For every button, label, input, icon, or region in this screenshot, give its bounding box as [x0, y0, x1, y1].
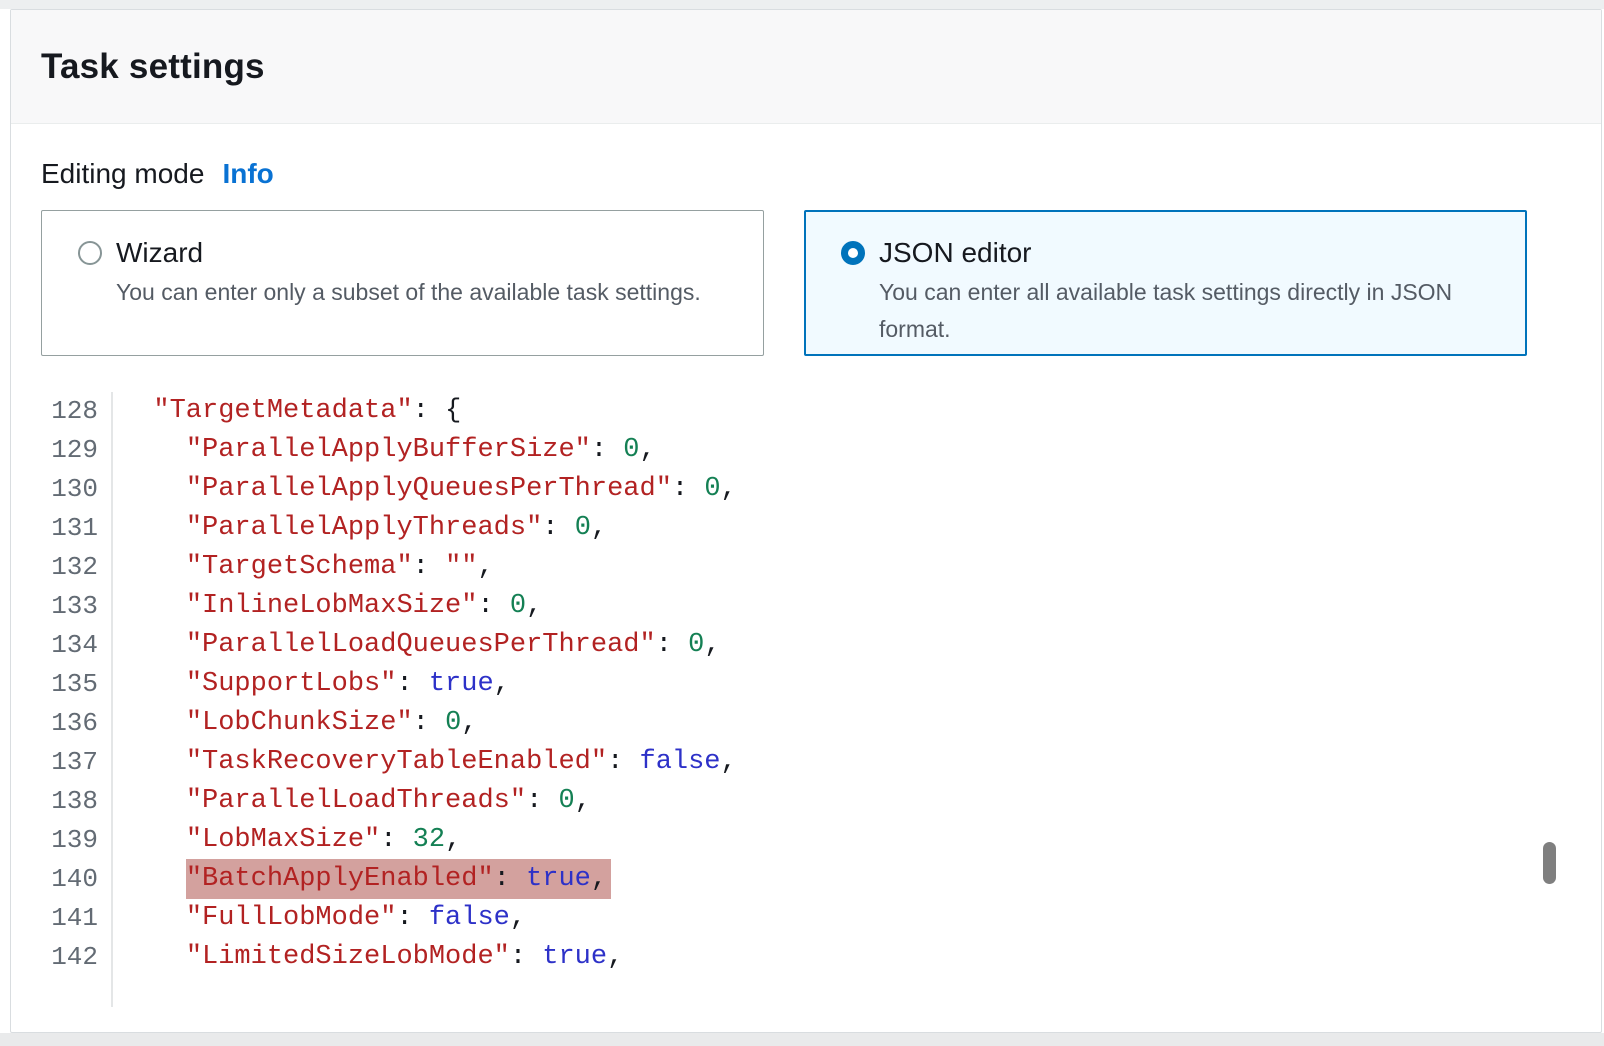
line-number: 131	[41, 509, 111, 548]
code-text[interactable]: "SupportLobs": true,	[111, 665, 510, 704]
code-text[interactable]: "LobMaxSize": 32,	[111, 821, 461, 860]
code-text[interactable]: "ParallelLoadQueuesPerThread": 0,	[111, 626, 721, 665]
tile-wizard-text: Wizard You can enter only a subset of th…	[116, 237, 701, 311]
code-line: 136 "LobChunkSize": 0,	[41, 704, 1571, 743]
code-lines: 128 "TargetMetadata": {129 "ParallelAppl…	[41, 392, 1571, 977]
code-text[interactable]: "TargetMetadata": {	[111, 392, 461, 431]
radio-selected-icon[interactable]	[841, 241, 865, 265]
code-text[interactable]: "TaskRecoveryTableEnabled": false,	[111, 743, 737, 782]
line-number: 137	[41, 743, 111, 782]
editing-mode-label: Editing mode	[41, 158, 204, 190]
line-number: 135	[41, 665, 111, 704]
code-text[interactable]: "InlineLobMaxSize": 0,	[111, 587, 542, 626]
panel-body: Editing mode Info Wizard You can enter o…	[11, 124, 1601, 1042]
code-line: 131 "ParallelApplyThreads": 0,	[41, 509, 1571, 548]
line-number: 129	[41, 431, 111, 470]
code-text[interactable]: "LobChunkSize": 0,	[111, 704, 477, 743]
code-text[interactable]: "TargetSchema": "",	[111, 548, 494, 587]
code-line: 137 "TaskRecoveryTableEnabled": false,	[41, 743, 1571, 782]
search-highlight: "BatchApplyEnabled": true,	[186, 859, 611, 899]
page-top-background	[0, 0, 1604, 9]
tile-json-editor-description: You can enter all available task setting…	[879, 274, 1516, 348]
panel-header: Task settings	[11, 10, 1601, 124]
code-line: 133 "InlineLobMaxSize": 0,	[41, 587, 1571, 626]
editor-scrollbar-thumb[interactable]	[1543, 842, 1556, 884]
editing-mode-tiles: Wizard You can enter only a subset of th…	[41, 210, 1571, 356]
page-background: Task settings Editing mode Info Wizard Y…	[0, 0, 1604, 1046]
line-number: 132	[41, 548, 111, 587]
info-link[interactable]: Info	[222, 158, 273, 190]
line-number: 141	[41, 899, 111, 938]
line-number: 138	[41, 782, 111, 821]
code-line: 135 "SupportLobs": true,	[41, 665, 1571, 704]
page-title: Task settings	[41, 47, 265, 87]
code-line: 129 "ParallelApplyBufferSize": 0,	[41, 431, 1571, 470]
code-line: 134 "ParallelLoadQueuesPerThread": 0,	[41, 626, 1571, 665]
tile-json-editor[interactable]: JSON editor You can enter all available …	[804, 210, 1527, 356]
tile-json-editor-label: JSON editor	[879, 237, 1516, 269]
line-number: 133	[41, 587, 111, 626]
code-line: 130 "ParallelApplyQueuesPerThread": 0,	[41, 470, 1571, 509]
json-code-editor[interactable]: 128 "TargetMetadata": {129 "ParallelAppl…	[41, 392, 1571, 1012]
line-number: 140	[41, 860, 111, 899]
code-line: 141 "FullLobMode": false,	[41, 899, 1571, 938]
code-text[interactable]: "ParallelLoadThreads": 0,	[111, 782, 591, 821]
tile-json-editor-text: JSON editor You can enter all available …	[879, 237, 1516, 348]
code-text[interactable]: "LimitedSizeLobMode": true,	[111, 938, 623, 977]
code-line: 138 "ParallelLoadThreads": 0,	[41, 782, 1571, 821]
tile-wizard[interactable]: Wizard You can enter only a subset of th…	[41, 210, 764, 356]
line-number: 136	[41, 704, 111, 743]
code-text[interactable]: "BatchApplyEnabled": true,	[111, 860, 611, 899]
line-number: 128	[41, 392, 111, 431]
code-text[interactable]: "ParallelApplyQueuesPerThread": 0,	[111, 470, 737, 509]
code-line: 132 "TargetSchema": "",	[41, 548, 1571, 587]
task-settings-panel: Task settings Editing mode Info Wizard Y…	[10, 9, 1602, 1033]
code-text[interactable]: "ParallelApplyThreads": 0,	[111, 509, 607, 548]
tile-wizard-description: You can enter only a subset of the avail…	[116, 274, 701, 311]
code-text[interactable]: "FullLobMode": false,	[111, 899, 526, 938]
line-number: 139	[41, 821, 111, 860]
code-line: 142 "LimitedSizeLobMode": true,	[41, 938, 1571, 977]
editing-mode-row: Editing mode Info	[41, 158, 1571, 190]
line-number: 142	[41, 938, 111, 977]
line-number: 130	[41, 470, 111, 509]
page-bottom-background	[0, 1033, 1604, 1046]
line-number: 134	[41, 626, 111, 665]
code-line: 139 "LobMaxSize": 32,	[41, 821, 1571, 860]
code-line: 128 "TargetMetadata": {	[41, 392, 1571, 431]
radio-unselected-icon[interactable]	[78, 241, 102, 265]
code-text[interactable]: "ParallelApplyBufferSize": 0,	[111, 431, 656, 470]
code-line-highlighted: 140 "BatchApplyEnabled": true,	[41, 860, 1571, 899]
tile-wizard-label: Wizard	[116, 237, 701, 269]
